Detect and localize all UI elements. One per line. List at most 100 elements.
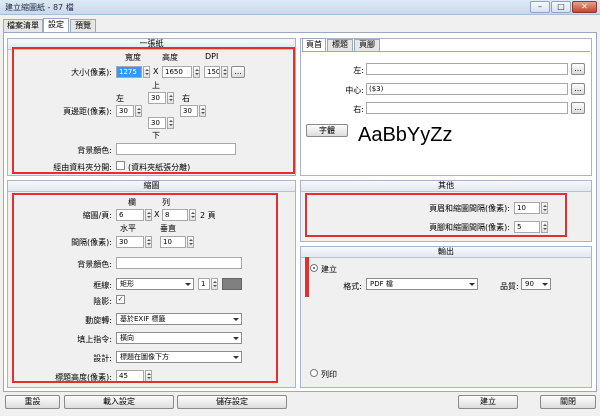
horizontal-spacing-spinner[interactable] xyxy=(145,236,152,248)
split-by-folder-checkbox[interactable] xyxy=(116,161,125,170)
chevron-down-icon xyxy=(233,356,239,359)
output-panel: 輸出 xyxy=(300,246,592,388)
margin-label: 頁邊距(像素): xyxy=(63,107,112,116)
window-title: 建立縮圖紙 - 87 檔 xyxy=(5,3,74,12)
design-dropdown[interactable]: 標題在圖像下方 xyxy=(116,351,242,363)
vertical-spacing-spinner[interactable] xyxy=(187,236,194,248)
font-button[interactable]: 字體 xyxy=(306,124,348,137)
spacing-label: 間隔(像素): xyxy=(71,238,112,247)
load-settings-button[interactable]: 載入設定 xyxy=(64,395,174,409)
shadow-checkbox[interactable]: ✓ xyxy=(116,295,125,304)
auto-rotate-label: 動旋轉: xyxy=(85,316,112,325)
footer-gap-input[interactable]: 5 xyxy=(514,221,540,233)
rows-spinner[interactable] xyxy=(145,209,152,221)
fill-order-dropdown[interactable]: 橫向 xyxy=(116,332,242,344)
header-right-input[interactable] xyxy=(366,102,568,114)
footer-gap-spinner[interactable] xyxy=(541,221,548,233)
close-button[interactable]: 關閉 xyxy=(540,395,596,409)
margin-left-input[interactable]: 30 xyxy=(116,105,134,117)
dpi-spinner[interactable] xyxy=(221,66,228,78)
format-value: PDF 檔 xyxy=(370,280,393,288)
margin-top-input[interactable]: 30 xyxy=(148,92,166,104)
footer-gap-label: 頁腳和縮圖間隔(像素): xyxy=(429,223,510,232)
rows-input[interactable]: 6 xyxy=(116,209,144,221)
cols-spinner[interactable] xyxy=(189,209,196,221)
margin-bottom-label: 下 xyxy=(152,131,160,140)
title-height-spinner[interactable] xyxy=(145,370,152,382)
per-page-x-label: X xyxy=(154,210,160,219)
per-page-label: 縮圖/頁: xyxy=(82,211,112,220)
sheet-bg-color-input[interactable] xyxy=(116,143,236,155)
fill-order-value: 橫向 xyxy=(120,334,134,342)
header-right-more-button[interactable]: ... xyxy=(571,102,585,114)
margin-left-spinner[interactable] xyxy=(135,105,142,117)
height-label: 高度 xyxy=(162,53,178,62)
tab-file-list[interactable]: 檔案清單 xyxy=(3,19,43,32)
header-gap-input[interactable]: 10 xyxy=(514,202,540,214)
thumb-bg-color-input[interactable] xyxy=(116,257,242,269)
quality-dropdown[interactable]: 90 xyxy=(521,278,551,290)
border-width-spinner[interactable] xyxy=(211,278,218,290)
horizontal-label: 水平 xyxy=(120,224,136,233)
sheet-panel-header: 一張紙 xyxy=(8,39,295,50)
margin-right-spinner[interactable] xyxy=(199,105,206,117)
format-label: 格式: xyxy=(343,282,362,291)
width-spinner[interactable] xyxy=(143,66,150,78)
tab-footer[interactable]: 頁腳 xyxy=(354,39,380,51)
border-color-swatch[interactable] xyxy=(222,278,242,290)
print-label: 列印 xyxy=(321,370,337,379)
margin-bottom-input[interactable]: 30 xyxy=(148,117,166,129)
format-dropdown[interactable]: PDF 檔 xyxy=(366,278,478,290)
header-left-input[interactable] xyxy=(366,63,568,75)
header-gap-spinner[interactable] xyxy=(541,202,548,214)
shadow-label: 陰影: xyxy=(93,297,112,306)
tab-header[interactable]: 頁首 xyxy=(302,38,326,51)
size-label: 大小(像素): xyxy=(71,68,112,77)
header-right-label: 右: xyxy=(353,105,364,114)
build-button[interactable]: 建立 xyxy=(458,395,518,409)
vertical-spacing-input[interactable]: 10 xyxy=(160,236,186,248)
quality-value: 90 xyxy=(525,280,534,288)
minimize-button[interactable]: – xyxy=(530,1,550,13)
margin-right-label: 右 xyxy=(182,94,190,103)
header-center-input[interactable]: ($3) xyxy=(366,83,568,95)
chevron-down-icon xyxy=(233,318,239,321)
cols-label: 列 xyxy=(162,198,170,207)
rows-label: 欄 xyxy=(128,198,136,207)
save-settings-button[interactable]: 儲存設定 xyxy=(177,395,287,409)
width-label: 寬度 xyxy=(125,53,141,62)
width-input[interactable]: 1275 xyxy=(116,66,142,78)
close-window-button[interactable]: ✕ xyxy=(572,1,597,13)
border-dropdown[interactable]: 矩形 xyxy=(116,278,194,290)
header-tab-divider xyxy=(302,51,590,52)
design-value: 標題在圖像下方 xyxy=(120,353,169,361)
height-input[interactable]: 1650 xyxy=(162,66,192,78)
dpi-more-button[interactable]: ... xyxy=(231,66,245,78)
create-label: 建立 xyxy=(321,265,337,274)
chevron-down-icon xyxy=(233,337,239,340)
reset-button[interactable]: 重設 xyxy=(5,395,60,409)
print-radio[interactable] xyxy=(310,369,318,377)
height-spinner[interactable] xyxy=(193,66,200,78)
header-left-more-button[interactable]: ... xyxy=(571,63,585,75)
margin-bottom-spinner[interactable] xyxy=(167,117,174,129)
thumb-bg-color-label: 背景顏色: xyxy=(77,260,112,269)
horizontal-spacing-input[interactable]: 30 xyxy=(116,236,144,248)
title-height-input[interactable]: 45 xyxy=(116,370,144,382)
sheet-bg-color-label: 背景顏色: xyxy=(77,146,112,155)
cols-input[interactable]: 8 xyxy=(162,209,188,221)
header-center-more-button[interactable]: ... xyxy=(571,83,585,95)
title-bar: 建立縮圖紙 - 87 檔 – □ ✕ xyxy=(0,0,600,15)
create-radio[interactable] xyxy=(310,264,318,272)
tab-title[interactable]: 標題 xyxy=(327,39,353,51)
border-width-input[interactable]: 1 xyxy=(198,278,210,290)
tab-preview[interactable]: 預覽 xyxy=(70,19,96,32)
maximize-button[interactable]: □ xyxy=(551,1,571,13)
dpi-input[interactable]: 150 xyxy=(204,66,220,78)
margin-top-spinner[interactable] xyxy=(167,92,174,104)
header-gap-label: 頁眉和縮圖間隔(像素): xyxy=(429,204,510,213)
header-left-label: 左: xyxy=(353,66,364,75)
margin-right-input[interactable]: 30 xyxy=(180,105,198,117)
auto-rotate-dropdown[interactable]: 基於EXIF 標籤 xyxy=(116,313,242,325)
tab-settings[interactable]: 設定 xyxy=(43,18,69,33)
